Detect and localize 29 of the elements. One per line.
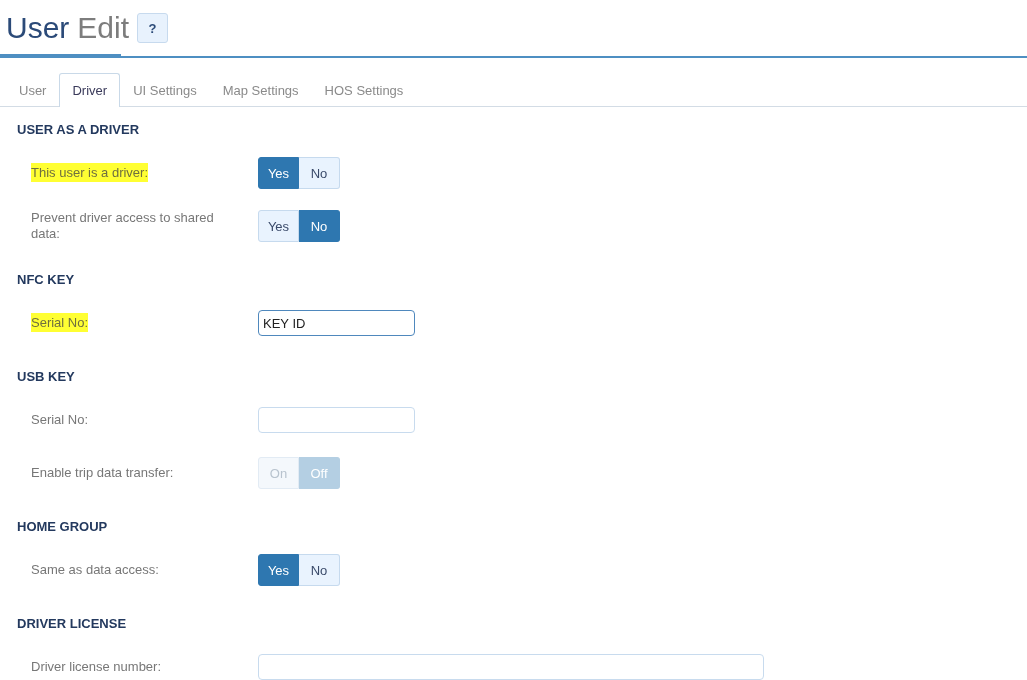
section-heading: NFC KEY [17,271,76,289]
field-label: Serial No: [31,313,89,332]
toggle-option[interactable]: No [299,157,340,189]
field-label: Enable trip data transfer: [31,465,174,480]
field-label: Prevent driver access to shared data: [31,210,214,241]
text-field[interactable] [258,407,415,433]
page-title-secondary: Edit [77,10,130,46]
tab[interactable]: UI Settings [120,73,210,107]
toggle-option[interactable]: Yes [258,554,299,586]
field-label: Same as data access: [31,562,159,577]
tab[interactable]: Driver [59,73,121,107]
field-label: Driver license number: [31,659,162,674]
tab[interactable]: HOS Settings [311,73,417,107]
toggle-option[interactable]: Yes [258,157,299,189]
section-heading: USB KEY [17,368,76,386]
text-field[interactable]: KEY ID [258,310,415,336]
toggle-option[interactable]: No [299,554,340,586]
page-title: User [6,10,70,46]
help-button[interactable]: ? [137,13,169,43]
field-label: Serial No: [31,412,89,427]
section-heading: DRIVER LICENSE [17,615,128,633]
field-label: This user is a driver: [31,163,149,182]
text-field[interactable] [258,654,764,680]
toggle-option[interactable]: No [299,210,340,242]
section-heading: USER AS A DRIVER [17,121,141,139]
tab[interactable]: User [6,73,60,107]
tab[interactable]: Map Settings [209,73,312,107]
section-heading: HOME GROUP [17,518,109,536]
toggle-option[interactable]: Yes [258,210,299,242]
